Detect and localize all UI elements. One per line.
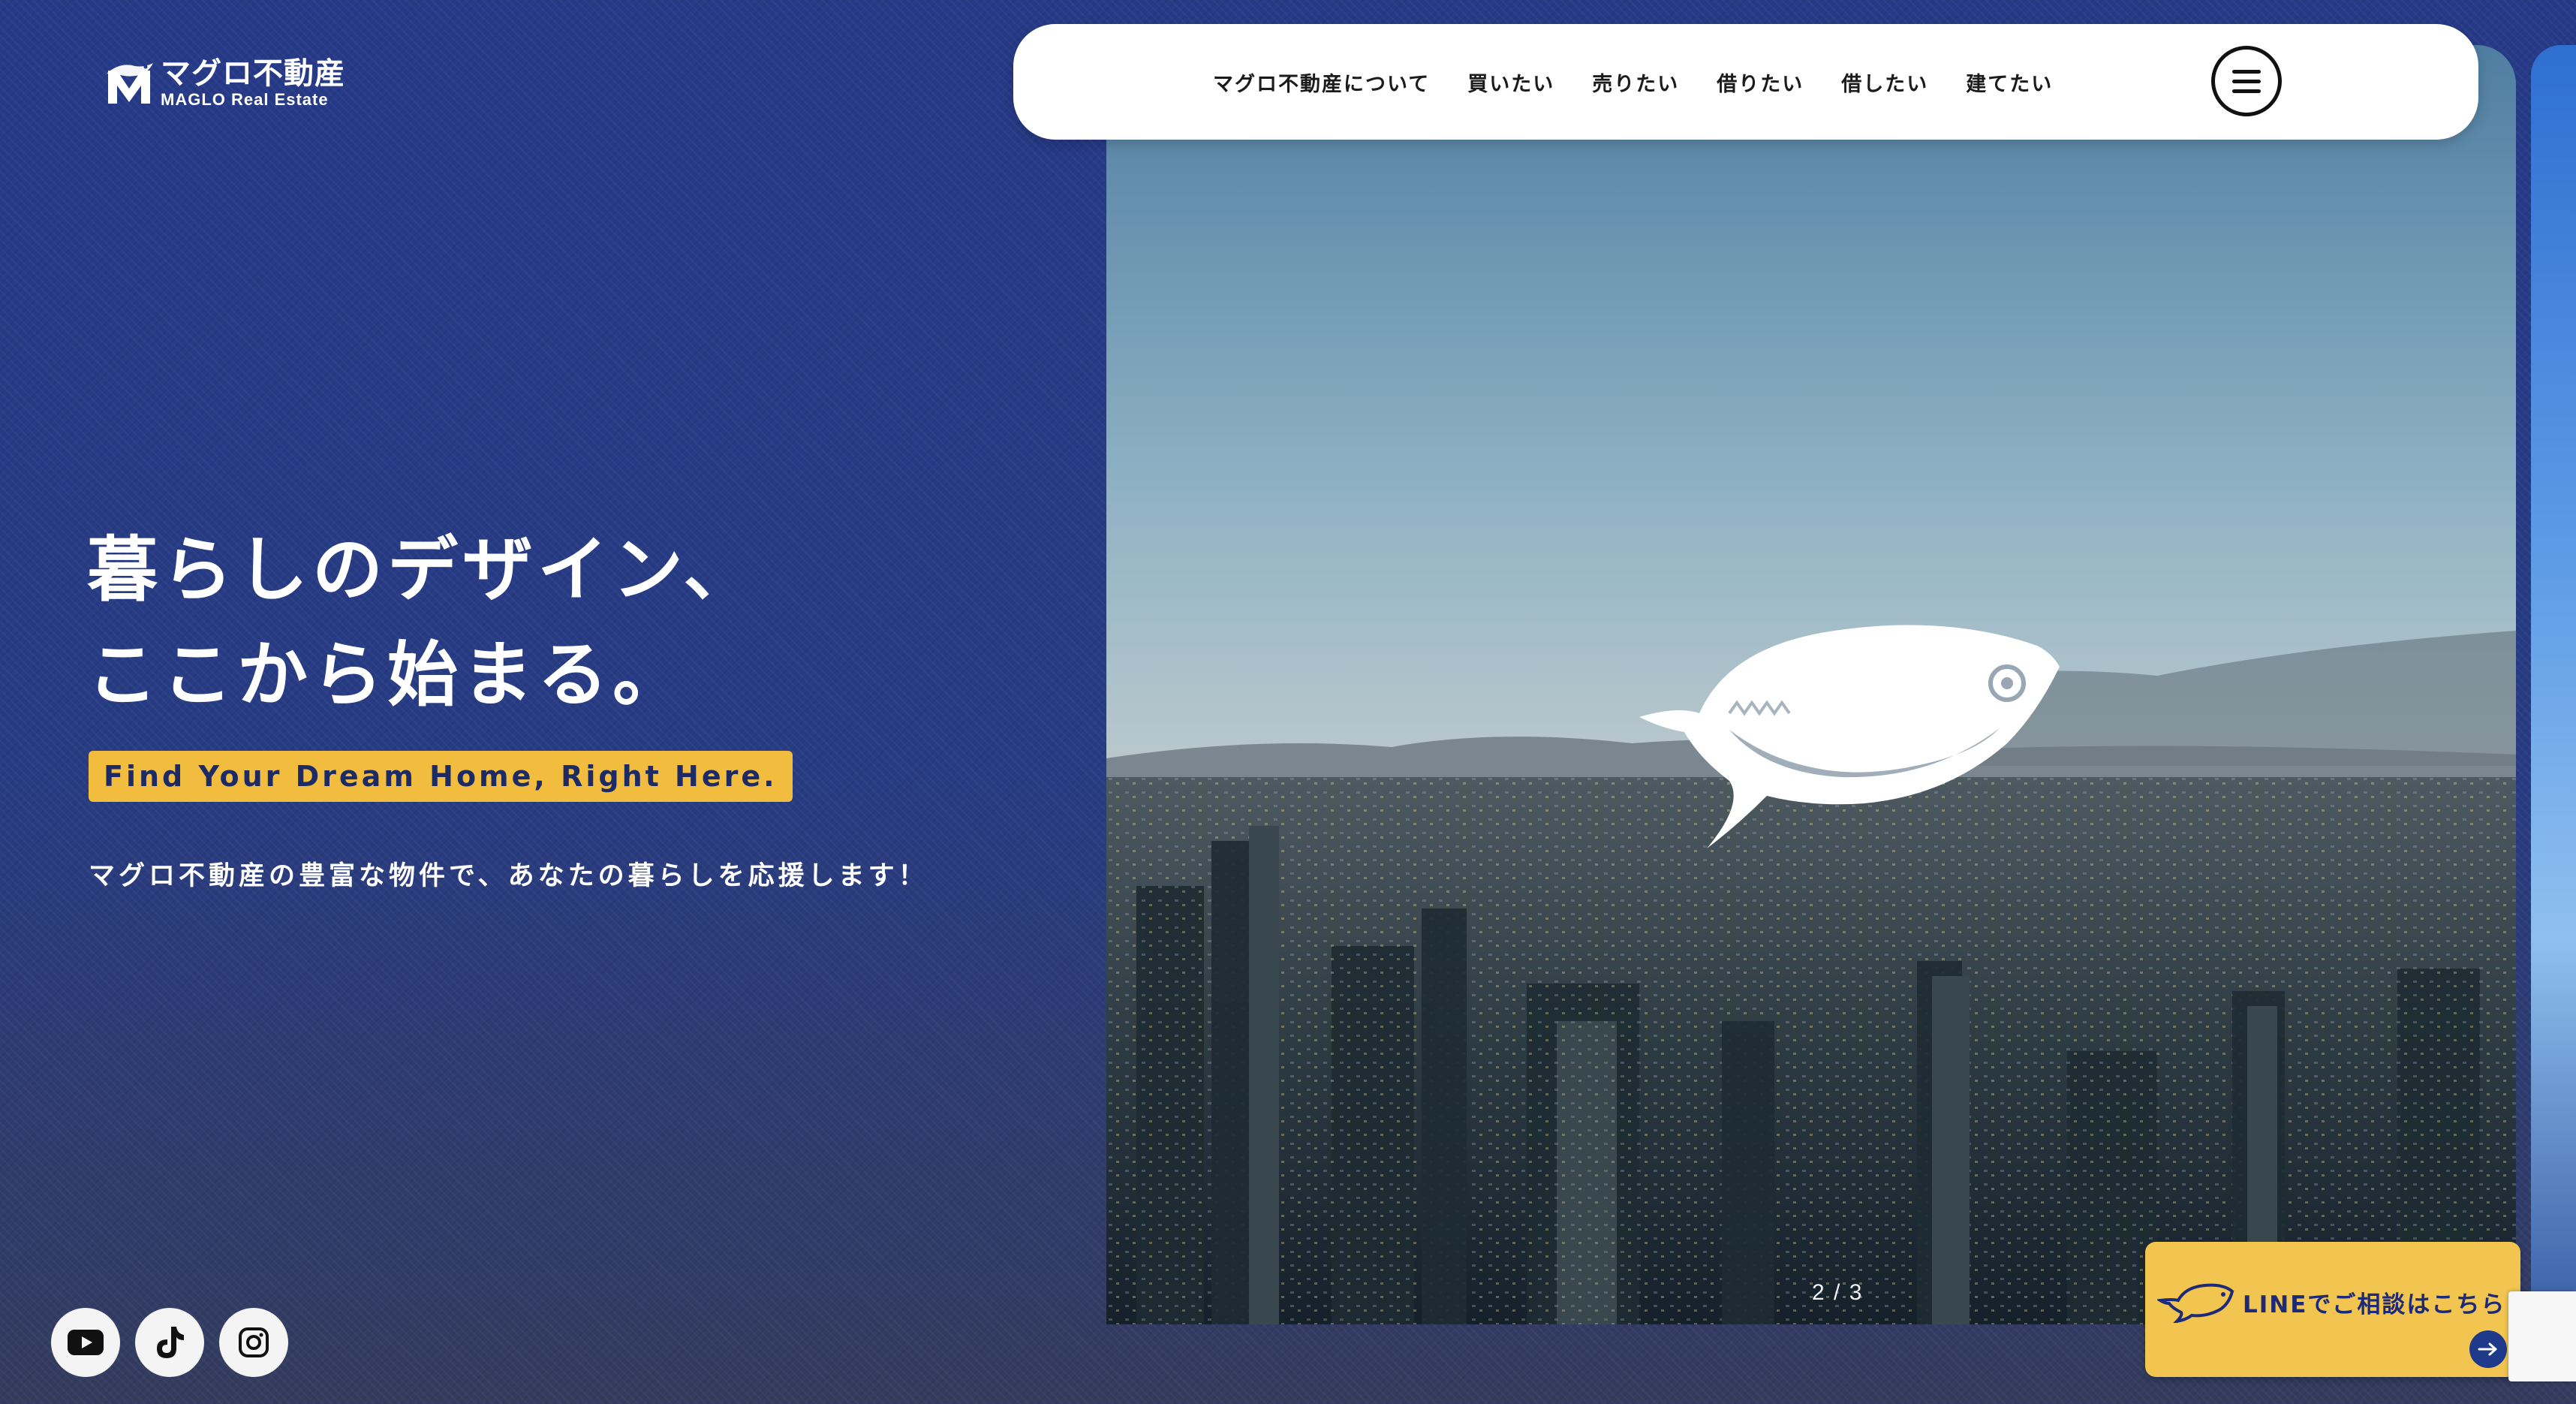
tuna-icon [2157,1283,2234,1323]
hero-title-line-1: 暮らしのデザイン、 [87,529,759,611]
nav-link-build[interactable]: 建てたい [1966,68,2053,97]
maglo-logo-mark-icon [105,60,155,107]
line-consult-button[interactable]: LINEでご相談はこちら [2145,1242,2520,1377]
nav-link-rent[interactable]: 借りたい [1717,68,1804,97]
header-nav: マグロ不動産について 買いたい 売りたい 借りたい 借したい 建てたい [1013,24,2478,140]
nav-link-buy[interactable]: 買いたい [1467,68,1554,97]
nav-link-lease[interactable]: 借したい [1841,68,1928,97]
youtube-icon[interactable] [51,1308,120,1377]
slide-counter: 2 / 3 [1812,1280,1864,1305]
instagram-icon[interactable] [219,1308,288,1377]
next-slide-peek[interactable] [2531,45,2576,1321]
nav-links: マグロ不動産について 買いたい 売りたい 借りたい 借したい 建てたい [1213,24,2053,140]
recaptcha-badge [2508,1291,2576,1381]
tuna-logo-icon [1639,625,2060,848]
hero-tagline: Find Your Dream Home, Right Here. [89,751,793,802]
hero-slide: 2 / 3 [1106,45,2516,1324]
hamburger-menu-icon[interactable] [2211,46,2282,116]
hero-title-line-2: ここから始まる。 [87,634,688,716]
logo-name-en: MAGLO Real Estate [161,90,329,109]
nav-link-sell[interactable]: 売りたい [1592,68,1679,97]
arrow-right-icon [2469,1330,2507,1368]
social-links [51,1308,288,1377]
hero-subtitle: マグロ不動産の豊富な物件で、あなたの暮らしを応援します！ [89,861,928,891]
site-logo[interactable]: マグロ不動産 MAGLO Real Estate [105,59,345,108]
nav-link-about[interactable]: マグロ不動産について [1213,68,1430,97]
line-consult-label: LINEでご相談はこちら [2243,1291,2506,1318]
hero-title: 暮らしのデザイン、 ここから始まる。 [87,518,758,728]
tiktok-icon[interactable] [135,1308,204,1377]
logo-name-jp: マグロ不動産 [161,56,345,91]
